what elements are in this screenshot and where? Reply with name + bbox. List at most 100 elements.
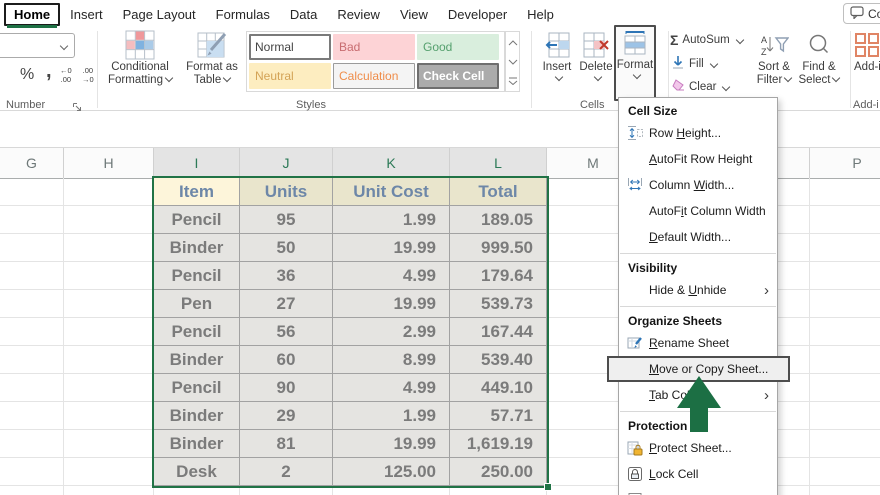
style-normal[interactable]: Normal (249, 34, 331, 60)
sort-filter-icon: AZ (759, 29, 789, 61)
table-cell[interactable]: 60 (240, 346, 333, 374)
number-format-combobox[interactable] (0, 33, 75, 58)
percent-style-button[interactable]: % (20, 66, 34, 84)
clear-button[interactable]: Clear (671, 78, 731, 95)
format-button[interactable]: Format (614, 25, 656, 101)
table-cell[interactable]: Desk (154, 458, 240, 486)
table-cell[interactable]: 50 (240, 234, 333, 262)
chevron-down-icon (554, 72, 563, 82)
menu-item-hide-unhide[interactable]: Hide & Unhide › (619, 277, 777, 303)
table-cell[interactable]: 19.99 (333, 290, 450, 318)
style-good[interactable]: Good (417, 34, 499, 60)
table-cell[interactable]: 90 (240, 374, 333, 402)
table-cell[interactable]: 539.40 (450, 346, 547, 374)
table-cell[interactable]: 27 (240, 290, 333, 318)
table-cell[interactable]: 4.99 (333, 374, 450, 402)
column-header-h[interactable]: H (64, 148, 154, 179)
table-row: Pencil 90 4.99 449.10 (154, 374, 547, 402)
table-cell[interactable]: Binder (154, 234, 240, 262)
comments-button[interactable]: Co (843, 3, 880, 24)
increase-decimal-button[interactable]: ←0 .00 (60, 66, 72, 85)
tab-view[interactable]: View (390, 3, 438, 26)
tab-data[interactable]: Data (280, 3, 327, 26)
column-header-j[interactable]: J (240, 148, 333, 179)
table-cell[interactable]: 250.00 (450, 458, 547, 486)
table-cell[interactable]: 19.99 (333, 430, 450, 458)
table-cell[interactable]: 449.10 (450, 374, 547, 402)
table-cell[interactable]: Pencil (154, 206, 240, 234)
table-header-cell[interactable]: Unit Cost (333, 178, 450, 206)
style-bad[interactable]: Bad (333, 34, 415, 60)
menu-item-default-width[interactable]: Default Width... (619, 224, 777, 250)
table-cell[interactable]: 2 (240, 458, 333, 486)
delete-cells-button[interactable]: Delete (577, 29, 615, 97)
column-header-p[interactable]: P (810, 148, 880, 179)
style-neutral[interactable]: Neutral (249, 62, 331, 89)
column-header-l[interactable]: L (450, 148, 547, 179)
insert-cells-button[interactable]: Insert (538, 29, 576, 97)
tab-review[interactable]: Review (327, 3, 390, 26)
table-cell[interactable]: 4.99 (333, 262, 450, 290)
table-cell[interactable]: Pen (154, 290, 240, 318)
table-cell[interactable]: 1,619.19 (450, 430, 547, 458)
tab-developer[interactable]: Developer (438, 3, 517, 26)
table-cell[interactable]: 167.44 (450, 318, 547, 346)
menu-item-autofit-row-height[interactable]: AutoFit Row Height (619, 146, 777, 172)
table-cell[interactable]: 539.73 (450, 290, 547, 318)
table-cell[interactable]: 57.71 (450, 402, 547, 430)
table-cell[interactable]: 8.99 (333, 346, 450, 374)
autosum-button[interactable]: Σ AutoSum (670, 32, 744, 48)
table-header-cell[interactable]: Total (450, 178, 547, 206)
tab-home[interactable]: Home (4, 3, 61, 28)
table-cell[interactable]: 56 (240, 318, 333, 346)
table-cell[interactable]: 999.50 (450, 234, 547, 262)
tab-insert[interactable]: Insert (60, 3, 113, 26)
menu-item-rename-sheet[interactable]: Rename Sheet (619, 330, 777, 356)
table-cell[interactable]: 29 (240, 402, 333, 430)
gallery-scroll-up-icon[interactable] (508, 33, 518, 51)
table-cell[interactable]: 36 (240, 262, 333, 290)
table-cell[interactable]: 1.99 (333, 206, 450, 234)
table-cell[interactable]: 1.99 (333, 402, 450, 430)
style-calculation[interactable]: Calculation (333, 62, 415, 89)
table-cell[interactable]: 189.05 (450, 206, 547, 234)
conditional-formatting-button[interactable]: Conditional Formatting (100, 29, 180, 97)
sort-filter-button[interactable]: AZ Sort & Filter (752, 29, 796, 97)
table-cell[interactable]: 125.00 (333, 458, 450, 486)
column-header-i[interactable]: I (154, 148, 240, 179)
fill-down-icon (671, 55, 685, 72)
table-header-cell[interactable]: Units (240, 178, 333, 206)
comma-style-button[interactable]: , (46, 60, 52, 83)
menu-item-autofit-column-width[interactable]: AutoFit Column Width (619, 198, 777, 224)
table-cell[interactable]: 81 (240, 430, 333, 458)
tab-formulas[interactable]: Formulas (206, 3, 280, 26)
add-ins-button[interactable]: Add-i (854, 29, 880, 97)
menu-item-column-width[interactable]: Column Width... (619, 172, 777, 198)
tab-help[interactable]: Help (517, 3, 564, 26)
table-cell[interactable]: 95 (240, 206, 333, 234)
table-cell[interactable]: Pencil (154, 262, 240, 290)
table-cell[interactable]: Pencil (154, 374, 240, 402)
menu-item-format-cells[interactable]: Format Cells... (619, 487, 777, 495)
gallery-scroll-down-icon[interactable] (508, 52, 518, 70)
find-select-button[interactable]: Find & Select (796, 29, 842, 97)
decrease-decimal-button[interactable]: .00 →0 (82, 66, 94, 85)
table-cell[interactable]: 19.99 (333, 234, 450, 262)
table-cell[interactable]: Binder (154, 402, 240, 430)
format-as-table-button[interactable]: Format as Table (181, 29, 243, 97)
table-cell[interactable]: Binder (154, 430, 240, 458)
column-header-g[interactable]: G (0, 148, 64, 179)
table-cell[interactable]: Pencil (154, 318, 240, 346)
protect-sheet-icon (625, 440, 645, 456)
table-cell[interactable]: 179.64 (450, 262, 547, 290)
gallery-more-icon[interactable] (508, 72, 518, 90)
tab-page-layout[interactable]: Page Layout (113, 3, 206, 26)
table-cell[interactable]: 2.99 (333, 318, 450, 346)
table-header-cell[interactable]: Item (154, 178, 240, 206)
column-header-k[interactable]: K (333, 148, 450, 179)
style-check-cell[interactable]: Check Cell (417, 62, 499, 89)
table-cell[interactable]: Binder (154, 346, 240, 374)
menu-item-lock-cell[interactable]: Lock Cell (619, 461, 777, 487)
fill-button[interactable]: Fill (671, 55, 718, 72)
menu-item-row-height[interactable]: Row Height... (619, 120, 777, 146)
